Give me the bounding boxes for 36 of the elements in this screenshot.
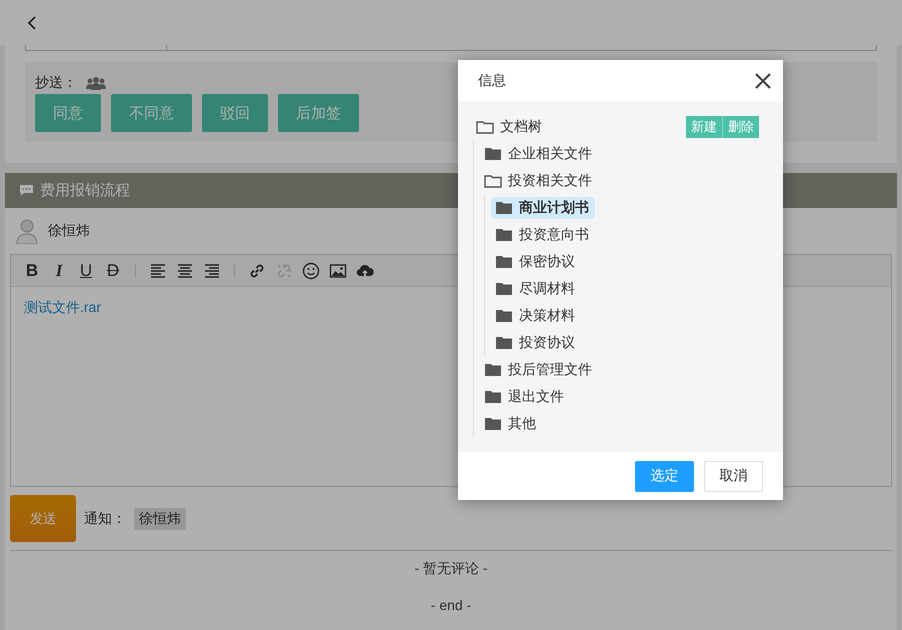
section-title: 费用报销流程	[40, 181, 130, 200]
tree-item[interactable]: 尽调材料	[491, 278, 581, 300]
chat-icon	[19, 184, 34, 197]
user-name: 徐恒炜	[48, 222, 90, 240]
tree-item[interactable]: 决策材料	[491, 304, 581, 326]
tree-item[interactable]: 退出文件	[480, 386, 570, 408]
no-comments-text: - 暂无评论 -	[414, 560, 488, 576]
align-left-icon[interactable]	[149, 262, 167, 280]
tree-item[interactable]: 投资协议	[491, 332, 581, 354]
cc-label: 抄送：	[35, 74, 77, 92]
bold-button[interactable]: B	[23, 260, 41, 280]
tree-item[interactable]: 企业相关文件	[480, 142, 598, 164]
dialog-title: 信息	[478, 72, 506, 90]
end-text: - end -	[430, 597, 472, 613]
emoji-icon[interactable]	[302, 262, 320, 280]
people-icon[interactable]	[85, 76, 107, 90]
back-icon[interactable]	[26, 14, 38, 30]
tree-item[interactable]: 其他	[480, 412, 542, 434]
link-icon[interactable]	[248, 262, 266, 280]
align-center-icon[interactable]	[176, 262, 194, 280]
tree-item[interactable]: 保密协议	[491, 250, 581, 272]
notify-label: 通知：	[84, 510, 126, 528]
tree-item[interactable]: 商业计划书	[491, 196, 595, 218]
close-icon[interactable]	[753, 71, 773, 91]
image-icon[interactable]	[329, 262, 347, 280]
align-right-icon[interactable]	[203, 262, 221, 280]
tree-item[interactable]: 投资相关文件	[480, 170, 598, 192]
tree-item[interactable]: 文档树	[472, 116, 548, 138]
tree-item[interactable]: 投后管理文件	[480, 358, 598, 380]
italic-button[interactable]: I	[50, 260, 68, 280]
recipient-tag: 徐恒炜	[134, 508, 186, 530]
underline-button[interactable]: U	[77, 260, 95, 280]
tree-item[interactable]: 投资意向书	[491, 224, 595, 246]
strike-button[interactable]: D	[104, 260, 122, 280]
cancel-button[interactable]: 取消	[704, 460, 763, 492]
avatar-icon	[16, 218, 38, 244]
